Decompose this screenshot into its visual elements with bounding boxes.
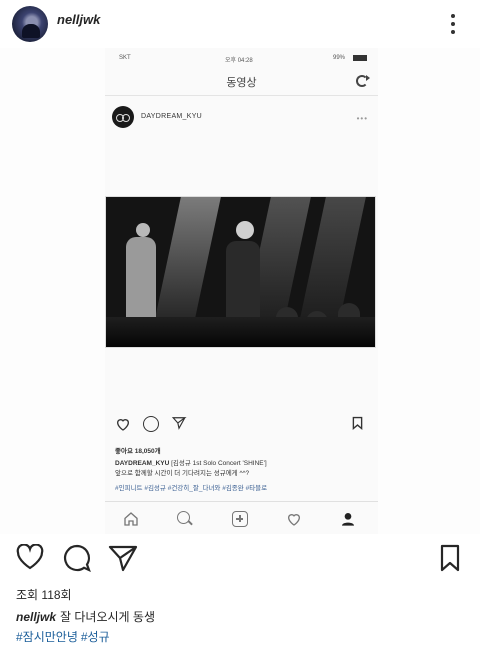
- caption-username[interactable]: nelljwk: [16, 610, 56, 624]
- add-icon: [232, 511, 248, 527]
- profile-icon: [342, 513, 354, 526]
- post-caption: nelljwk 잘 다녀오시게 동생: [16, 608, 155, 625]
- share-icon: [171, 417, 187, 430]
- activity-heart-icon: [287, 514, 301, 526]
- embedded-video-frame: [105, 196, 376, 348]
- embedded-nav-title: 동영상: [226, 77, 257, 89]
- bookmark-icon: [352, 416, 363, 430]
- post-media[interactable]: SKT 오후 04:28 99% 동영상 DAYDREAM_KYU ••• 좋아…: [0, 48, 480, 534]
- avatar[interactable]: [12, 6, 48, 42]
- hashtag-link[interactable]: #성규: [81, 630, 110, 644]
- status-battery: 99%: [333, 55, 346, 61]
- comment-icon[interactable]: [63, 544, 91, 572]
- embedded-caption-line1: [김성규 1st Solo Concert 'SHINE']: [171, 460, 267, 467]
- heart-icon: [116, 419, 130, 431]
- refresh-icon: [356, 75, 370, 87]
- search-icon: [177, 511, 190, 524]
- embedded-nav-bar: 동영상: [105, 66, 378, 96]
- post-username[interactable]: nelljwk: [57, 12, 100, 27]
- embedded-screenshot: SKT 오후 04:28 99% 동영상 DAYDREAM_KYU ••• 좋아…: [105, 48, 378, 534]
- embedded-hashtags: #인피니트 #김성규 #건강히_잘_다녀와 #김종완 #타블로: [115, 485, 268, 492]
- post-header: nelljwk: [0, 0, 480, 48]
- embedded-post-header: DAYDREAM_KYU •••: [105, 104, 378, 130]
- status-time: 오후 04:28: [225, 58, 253, 64]
- caption-text: 잘 다녀오시게 동생: [60, 610, 156, 624]
- embedded-caption-line2: 앞으로 함께할 시간이 더 기다려지는 성규에게 ^^?: [115, 470, 250, 477]
- embedded-tab-bar: [105, 501, 378, 534]
- embedded-action-bar: [105, 412, 378, 436]
- post-hashtags: #잠시만안녕 #성규: [16, 628, 113, 645]
- home-icon: [124, 512, 138, 526]
- embedded-caption: DAYDREAM_KYU [김성규 1st Solo Concert 'SHIN…: [115, 459, 371, 479]
- post-action-bar: [0, 534, 480, 582]
- bookmark-icon[interactable]: [440, 544, 460, 572]
- status-carrier: SKT: [119, 55, 131, 61]
- embedded-avatar: [112, 106, 134, 128]
- embedded-likes: 좋아요 18,050개: [115, 448, 161, 455]
- view-count: 조회 118회: [16, 588, 72, 602]
- embedded-more-icon: •••: [356, 114, 368, 123]
- share-icon[interactable]: [108, 544, 138, 572]
- more-options-icon[interactable]: [450, 12, 456, 36]
- embedded-caption-user: DAYDREAM_KYU: [115, 460, 170, 467]
- like-heart-icon[interactable]: [16, 544, 44, 570]
- battery-icon: [353, 55, 367, 61]
- embedded-account: DAYDREAM_KYU: [141, 113, 203, 120]
- hashtag-link[interactable]: #잠시만안녕: [16, 630, 78, 644]
- status-bar: SKT 오후 04:28 99%: [105, 50, 378, 66]
- comment-icon: [143, 416, 159, 432]
